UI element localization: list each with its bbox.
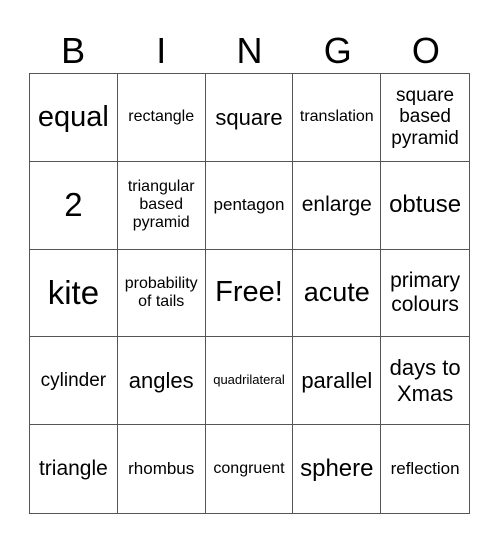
bingo-cell[interactable]: parallel — [293, 337, 382, 426]
bingo-cell[interactable]: square — [205, 74, 294, 162]
bingo-cell[interactable]: equal — [30, 74, 118, 162]
header-letter-b: B — [61, 30, 86, 71]
bingo-cell[interactable]: acute — [293, 249, 382, 338]
bingo-cell[interactable]: square based pyramid — [381, 74, 469, 162]
bingo-cell[interactable]: probability of tails — [117, 249, 206, 338]
bingo-cell[interactable]: cylinder — [30, 337, 118, 426]
bingo-cell[interactable]: congruent — [206, 425, 294, 513]
header-letter-o: O — [411, 30, 440, 71]
bingo-cell[interactable]: 2 — [30, 161, 118, 250]
bingo-cell[interactable]: angles — [117, 337, 206, 426]
bingo-cell[interactable]: sphere — [293, 425, 382, 513]
bingo-cell[interactable]: enlarge — [293, 161, 382, 250]
bingo-cell[interactable]: kite — [30, 249, 118, 338]
header-letter-g: G — [323, 30, 352, 71]
bingo-cell[interactable]: triangle — [30, 425, 118, 513]
bingo-cell[interactable]: rectangle — [117, 74, 206, 162]
bingo-cell[interactable]: primary colours — [381, 250, 469, 338]
bingo-cell[interactable]: triangular based pyramid — [117, 161, 206, 250]
bingo-cell[interactable]: translation — [293, 74, 382, 162]
bingo-cell[interactable]: quadrilateral — [205, 337, 294, 426]
bingo-cell[interactable]: pentagon — [205, 161, 294, 250]
bingo-cell[interactable]: rhombus — [118, 425, 206, 513]
header-letter-i: I — [156, 30, 167, 71]
header-letter-n: N — [236, 30, 263, 71]
bingo-cell[interactable]: days to Xmas — [381, 337, 469, 426]
bingo-header: B I N G O — [29, 28, 470, 73]
bingo-cell[interactable]: obtuse — [381, 162, 469, 250]
bingo-cell[interactable]: reflection — [381, 425, 469, 513]
bingo-grid: equal rectangle square translation squar… — [29, 73, 470, 514]
free-space-cell[interactable]: Free! — [205, 249, 294, 338]
